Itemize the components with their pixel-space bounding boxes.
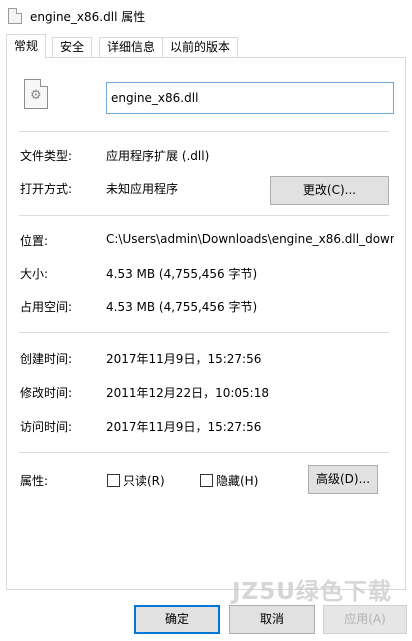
gear-icon: ⚙ xyxy=(30,88,42,103)
file-type-value: 应用程序扩展 (.dll) xyxy=(106,149,210,163)
separator xyxy=(19,215,389,216)
tab-general[interactable]: 常规 xyxy=(6,34,47,58)
advanced-button[interactable]: 高级(D)... xyxy=(308,465,378,494)
created-label: 创建时间: xyxy=(20,352,73,366)
change-button[interactable]: 更改(C)... xyxy=(270,176,389,205)
size-value: 4.53 MB (4,755,456 字节) xyxy=(106,267,258,281)
size-label: 大小: xyxy=(20,267,49,281)
location-label: 位置: xyxy=(20,234,49,248)
hidden-checkbox[interactable] xyxy=(200,474,213,487)
size-on-disk-label: 占用空间: xyxy=(20,300,73,314)
readonly-label[interactable]: 只读(R) xyxy=(123,472,165,489)
separator xyxy=(19,452,389,453)
ok-button[interactable]: 确定 xyxy=(134,605,220,634)
file-name-input[interactable] xyxy=(106,82,394,114)
separator xyxy=(19,332,389,333)
general-panel xyxy=(6,57,406,590)
tab-previous-versions[interactable]: 以前的版本 xyxy=(162,37,239,58)
cancel-button[interactable]: 取消 xyxy=(229,605,315,634)
dll-file-icon xyxy=(8,8,22,24)
opens-with-label: 打开方式: xyxy=(20,182,73,196)
file-type-label: 文件类型: xyxy=(20,149,73,163)
opens-with-value: 未知应用程序 xyxy=(106,182,179,196)
hidden-label[interactable]: 隐藏(H) xyxy=(216,472,258,489)
apply-button[interactable]: 应用(A) xyxy=(323,605,407,634)
modified-value: 2011年12月22日，10:05:18 xyxy=(106,386,269,400)
dll-file-icon: ⚙ xyxy=(24,79,48,109)
readonly-checkbox[interactable] xyxy=(107,474,120,487)
title-bar: engine_x86.dll 属性 xyxy=(0,0,412,32)
separator xyxy=(19,131,389,132)
attributes-label: 属性: xyxy=(20,474,49,488)
tab-details[interactable]: 详细信息 xyxy=(99,37,164,58)
size-on-disk-value: 4.53 MB (4,755,456 字节) xyxy=(106,300,258,314)
tab-strip: 常规 安全 详细信息 以前的版本 xyxy=(6,34,406,58)
location-value: C:\Users\admin\Downloads\engine_x86.dll_… xyxy=(106,232,394,246)
created-value: 2017年11月9日，15:27:56 xyxy=(106,352,262,366)
accessed-label: 访问时间: xyxy=(20,420,73,434)
modified-label: 修改时间: xyxy=(20,386,73,400)
accessed-value: 2017年11月9日，15:27:56 xyxy=(106,420,262,434)
tab-security[interactable]: 安全 xyxy=(52,37,93,58)
window-title: engine_x86.dll 属性 xyxy=(30,10,146,24)
